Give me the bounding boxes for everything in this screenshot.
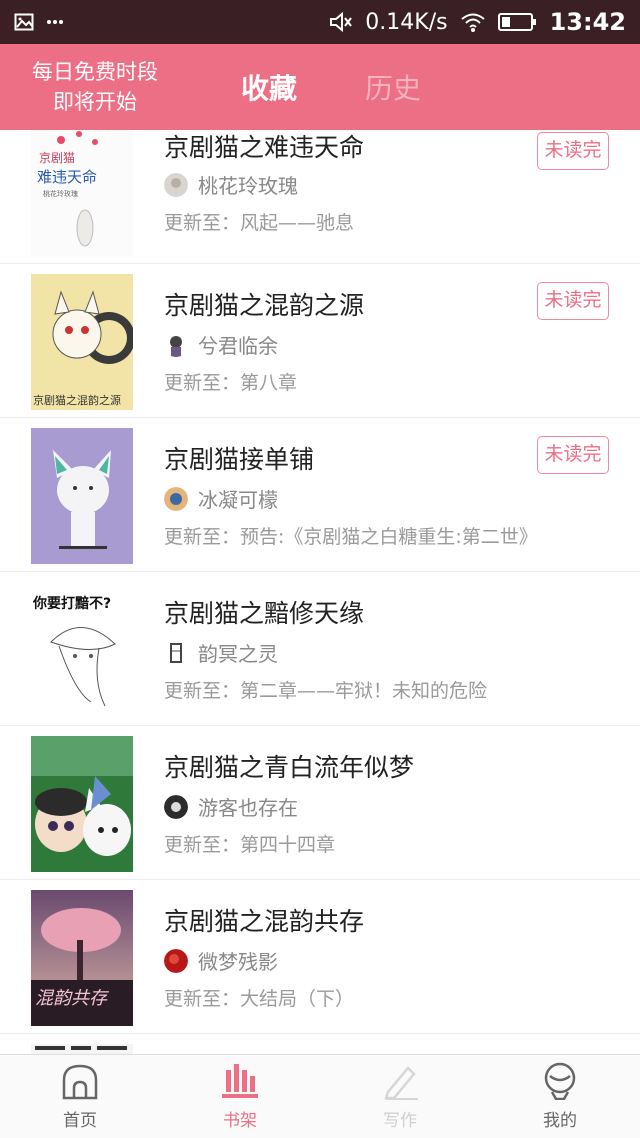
book-author: 冰凝可檬 [198,488,278,512]
bookshelf-list: 京剧猫 难违天命 桃花玲玫瑰 京剧猫之难违天命 桃花玲玫瑰 更新至：风起——驰息… [0,130,640,1054]
nav-home[interactable]: 首页 [0,1055,160,1138]
book-author: 兮君临余 [198,334,278,358]
svg-text:京剧猫之混韵之源: 京剧猫之混韵之源 [33,393,121,407]
book-cover: 你要打黯不? [31,582,133,718]
book-cover: 京剧猫 难违天命 桃花玲玫瑰 [31,130,133,256]
pen-icon [384,1066,418,1100]
svg-text:京剧猫: 京剧猫 [39,151,75,165]
book-author: 韵冥之灵 [198,642,278,666]
more-notifications-icon [47,20,63,24]
list-item[interactable]: 你要打黯不? 京剧猫之黯修天缘 韵冥之灵 更新至：第二章——牢狱！未知的危险 [0,572,640,726]
promo-line-2: 即将开始 [53,90,137,114]
book-update: 更新至：第二章——牢狱！未知的危险 [164,680,488,702]
unread-badge: 未读完 [537,436,609,474]
svg-text:你要打黯不?: 你要打黯不? [32,595,111,612]
book-author: 游客也存在 [198,796,298,820]
list-item[interactable]: 京剧猫之青白流年似梦 游客也存在 更新至：第四十四章 [0,726,640,880]
book-update: 更新至：第八章 [164,372,298,394]
wifi-icon [460,13,485,32]
book-update: 更新至：预告:《京剧猫之白糖重生:第二世》 [164,526,538,548]
book-cover [31,736,133,872]
book-title: 京剧猫之青白流年似梦 [164,753,415,782]
book-title: 京剧猫之混韵之源 [164,291,365,320]
tab-favorites[interactable]: 收藏 [224,67,314,107]
promo-line-1: 每日免费时段 [32,60,158,84]
list-item[interactable]: 京剧猫接单铺 冰凝可檬 更新至：预告:《京剧猫之白糖重生:第二世》 未读完 [0,418,640,572]
nav-write-label: 写作 [383,1111,417,1131]
author-avatar [164,794,188,819]
mute-icon [330,11,353,33]
author-avatar [164,172,188,197]
book-cover [31,428,133,564]
author-avatar [164,332,188,357]
nav-write[interactable]: 写作 [320,1055,480,1138]
nav-profile[interactable]: 我的 [480,1055,640,1138]
book-update: 更新至：第四十四章 [164,834,336,856]
nav-bookshelf-label: 书架 [223,1111,257,1131]
list-item[interactable]: 京剧猫之混韵之源 京剧猫之混韵之源 兮君临余 更新至：第八章 未读完 [0,264,640,418]
book-author: 微梦残影 [198,950,278,974]
book-cover: 混韵共存 [31,890,133,1026]
status-bar: 0.14K/s 13:42 [0,0,640,44]
book-update: 更新至：风起——驰息 [164,212,355,234]
list-item[interactable]: 京剧猫 难违天命 桃花玲玫瑰 京剧猫之难违天命 桃花玲玫瑰 更新至：风起——驰息… [0,130,640,264]
book-update: 更新至：大结局（下） [164,988,355,1010]
author-avatar [164,486,188,511]
book-title: 京剧猫接单铺 [164,445,315,474]
list-item[interactable] [0,1034,640,1054]
book-author: 桃花玲玫瑰 [198,174,298,198]
profile-icon [544,1062,576,1100]
author-avatar [164,948,188,973]
author-avatar [164,640,188,665]
free-time-promo[interactable]: 每日免费时段 即将开始 [0,57,190,117]
tab-history[interactable]: 历史 [348,67,438,107]
top-header: 每日免费时段 即将开始 收藏 历史 [0,44,640,130]
book-cover [31,1044,133,1054]
battery-icon [497,13,536,31]
list-item[interactable]: 混韵共存 京剧猫之混韵共存 微梦残影 更新至：大结局（下） [0,880,640,1034]
unread-badge: 未读完 [537,282,609,320]
book-cover: 京剧猫之混韵之源 [31,274,133,410]
network-speed: 0.14K/s [365,9,448,35]
svg-text:难违天命: 难违天命 [37,168,97,186]
svg-text:混韵共存: 混韵共存 [35,988,110,1009]
clock: 13:42 [549,8,626,36]
book-title: 京剧猫之混韵共存 [164,907,365,936]
book-title: 京剧猫之黯修天缘 [164,599,365,628]
home-icon [62,1064,98,1100]
bottom-navigation: 首页 书架 写作 我的 [0,1054,640,1138]
svg-text:桃花玲玫瑰: 桃花玲玫瑰 [43,189,78,198]
nav-home-label: 首页 [63,1111,97,1131]
bookshelf-icon [222,1064,258,1098]
unread-badge: 未读完 [537,132,609,170]
book-title: 京剧猫之难违天命 [164,133,365,162]
image-notification-icon [14,13,34,31]
nav-profile-label: 我的 [543,1111,577,1131]
nav-bookshelf[interactable]: 书架 [160,1055,320,1138]
